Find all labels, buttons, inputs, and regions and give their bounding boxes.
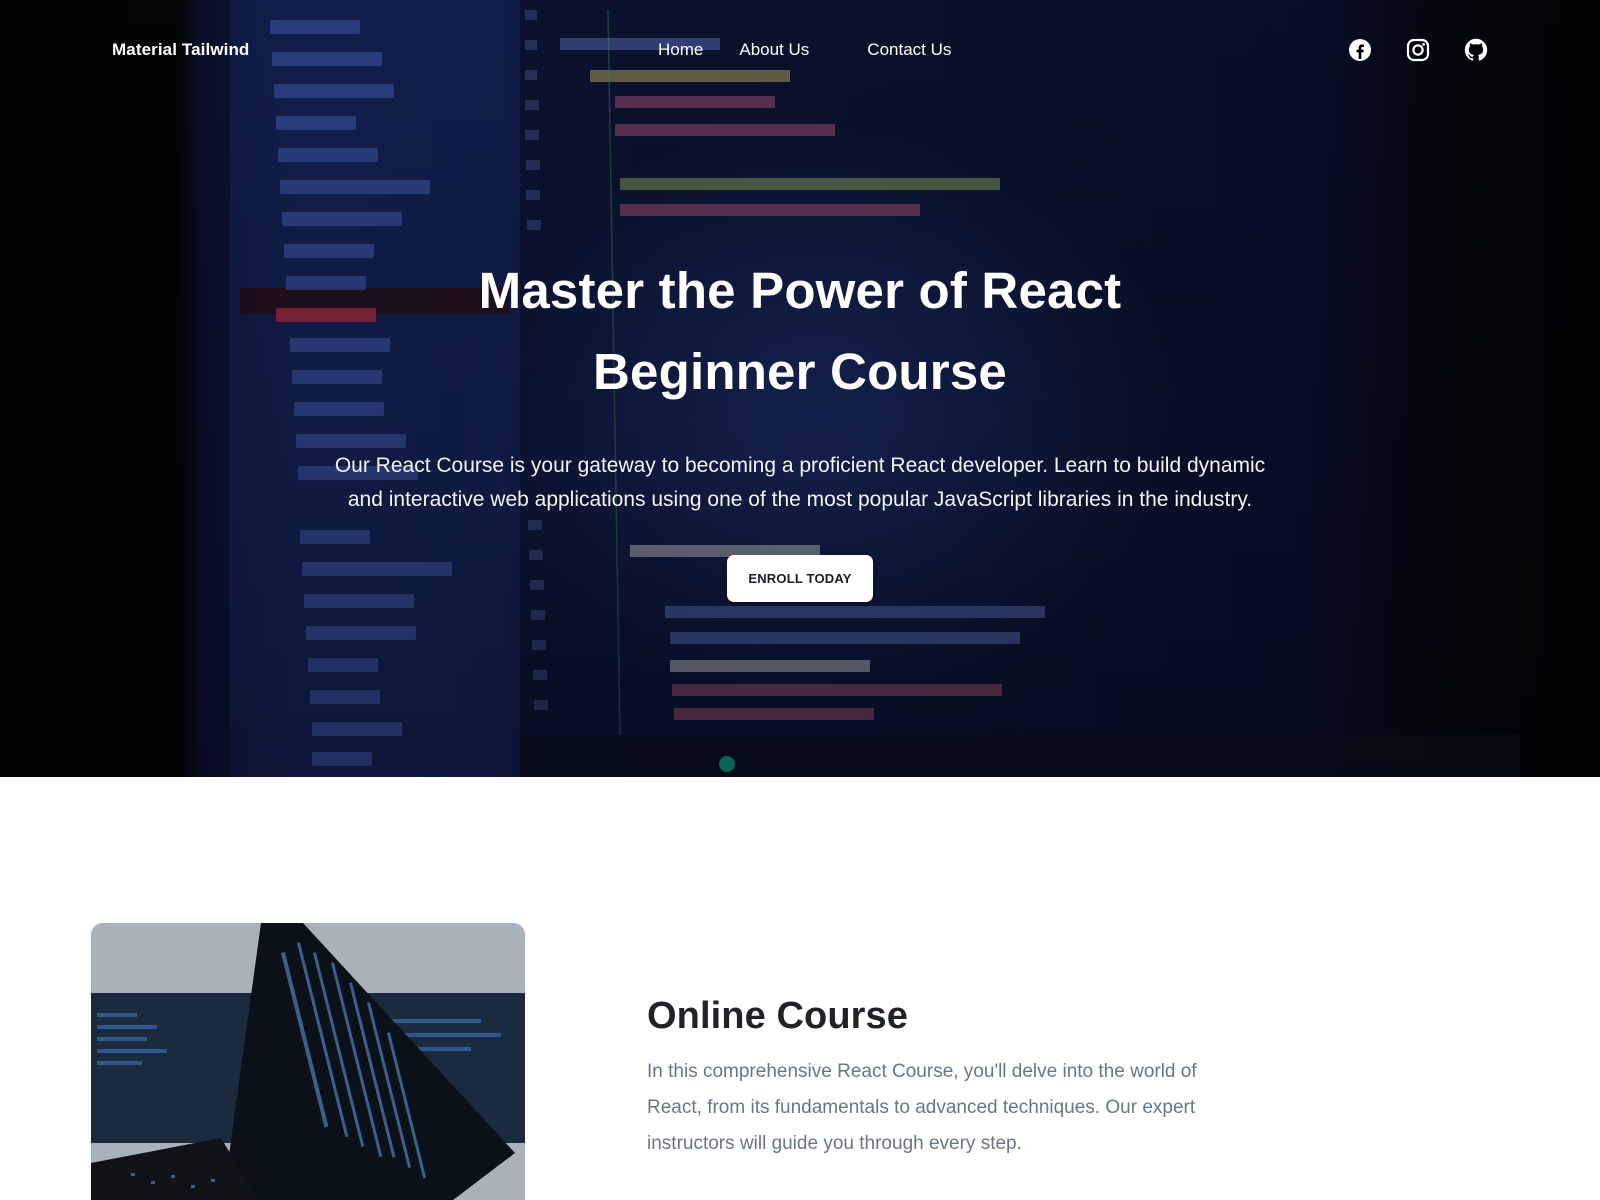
hero-description: Our React Course is your gateway to beco… <box>334 454 1266 511</box>
hero-title-line-1: Master the Power of React <box>478 262 1122 319</box>
hero-title-line-2: Beginner Course <box>593 343 1007 400</box>
top-navbar: Material Tailwind Home About Us Contact … <box>112 30 1488 70</box>
brand-logo-text[interactable]: Material Tailwind <box>112 40 249 60</box>
course-description: In this comprehensive React Course, you'… <box>647 1061 1197 1154</box>
enroll-today-button[interactable]: ENROLL TODAY <box>727 555 873 602</box>
course-text-block: Online Course In this comprehensive Reac… <box>647 995 1247 1162</box>
online-course-section: Online Course In this comprehensive Reac… <box>0 777 1600 1200</box>
nav-link-home[interactable]: Home <box>658 40 703 60</box>
github-icon[interactable] <box>1464 38 1488 62</box>
nav-link-contact-us[interactable]: Contact Us <box>867 40 951 60</box>
course-title: Online Course <box>647 995 909 1037</box>
course-laptop-image <box>91 923 525 1200</box>
instagram-icon[interactable] <box>1406 38 1430 62</box>
facebook-icon[interactable] <box>1348 38 1372 62</box>
nav-links: Home About Us Contact Us <box>658 40 951 60</box>
hero-title: Master the Power of React Beginner Cours… <box>0 250 1600 412</box>
nav-link-about-us[interactable]: About Us <box>739 40 809 60</box>
social-icons <box>1348 38 1488 62</box>
hero-section: Material Tailwind Home About Us Contact … <box>0 0 1600 777</box>
hero-content: Master the Power of React Beginner Cours… <box>0 250 1600 602</box>
